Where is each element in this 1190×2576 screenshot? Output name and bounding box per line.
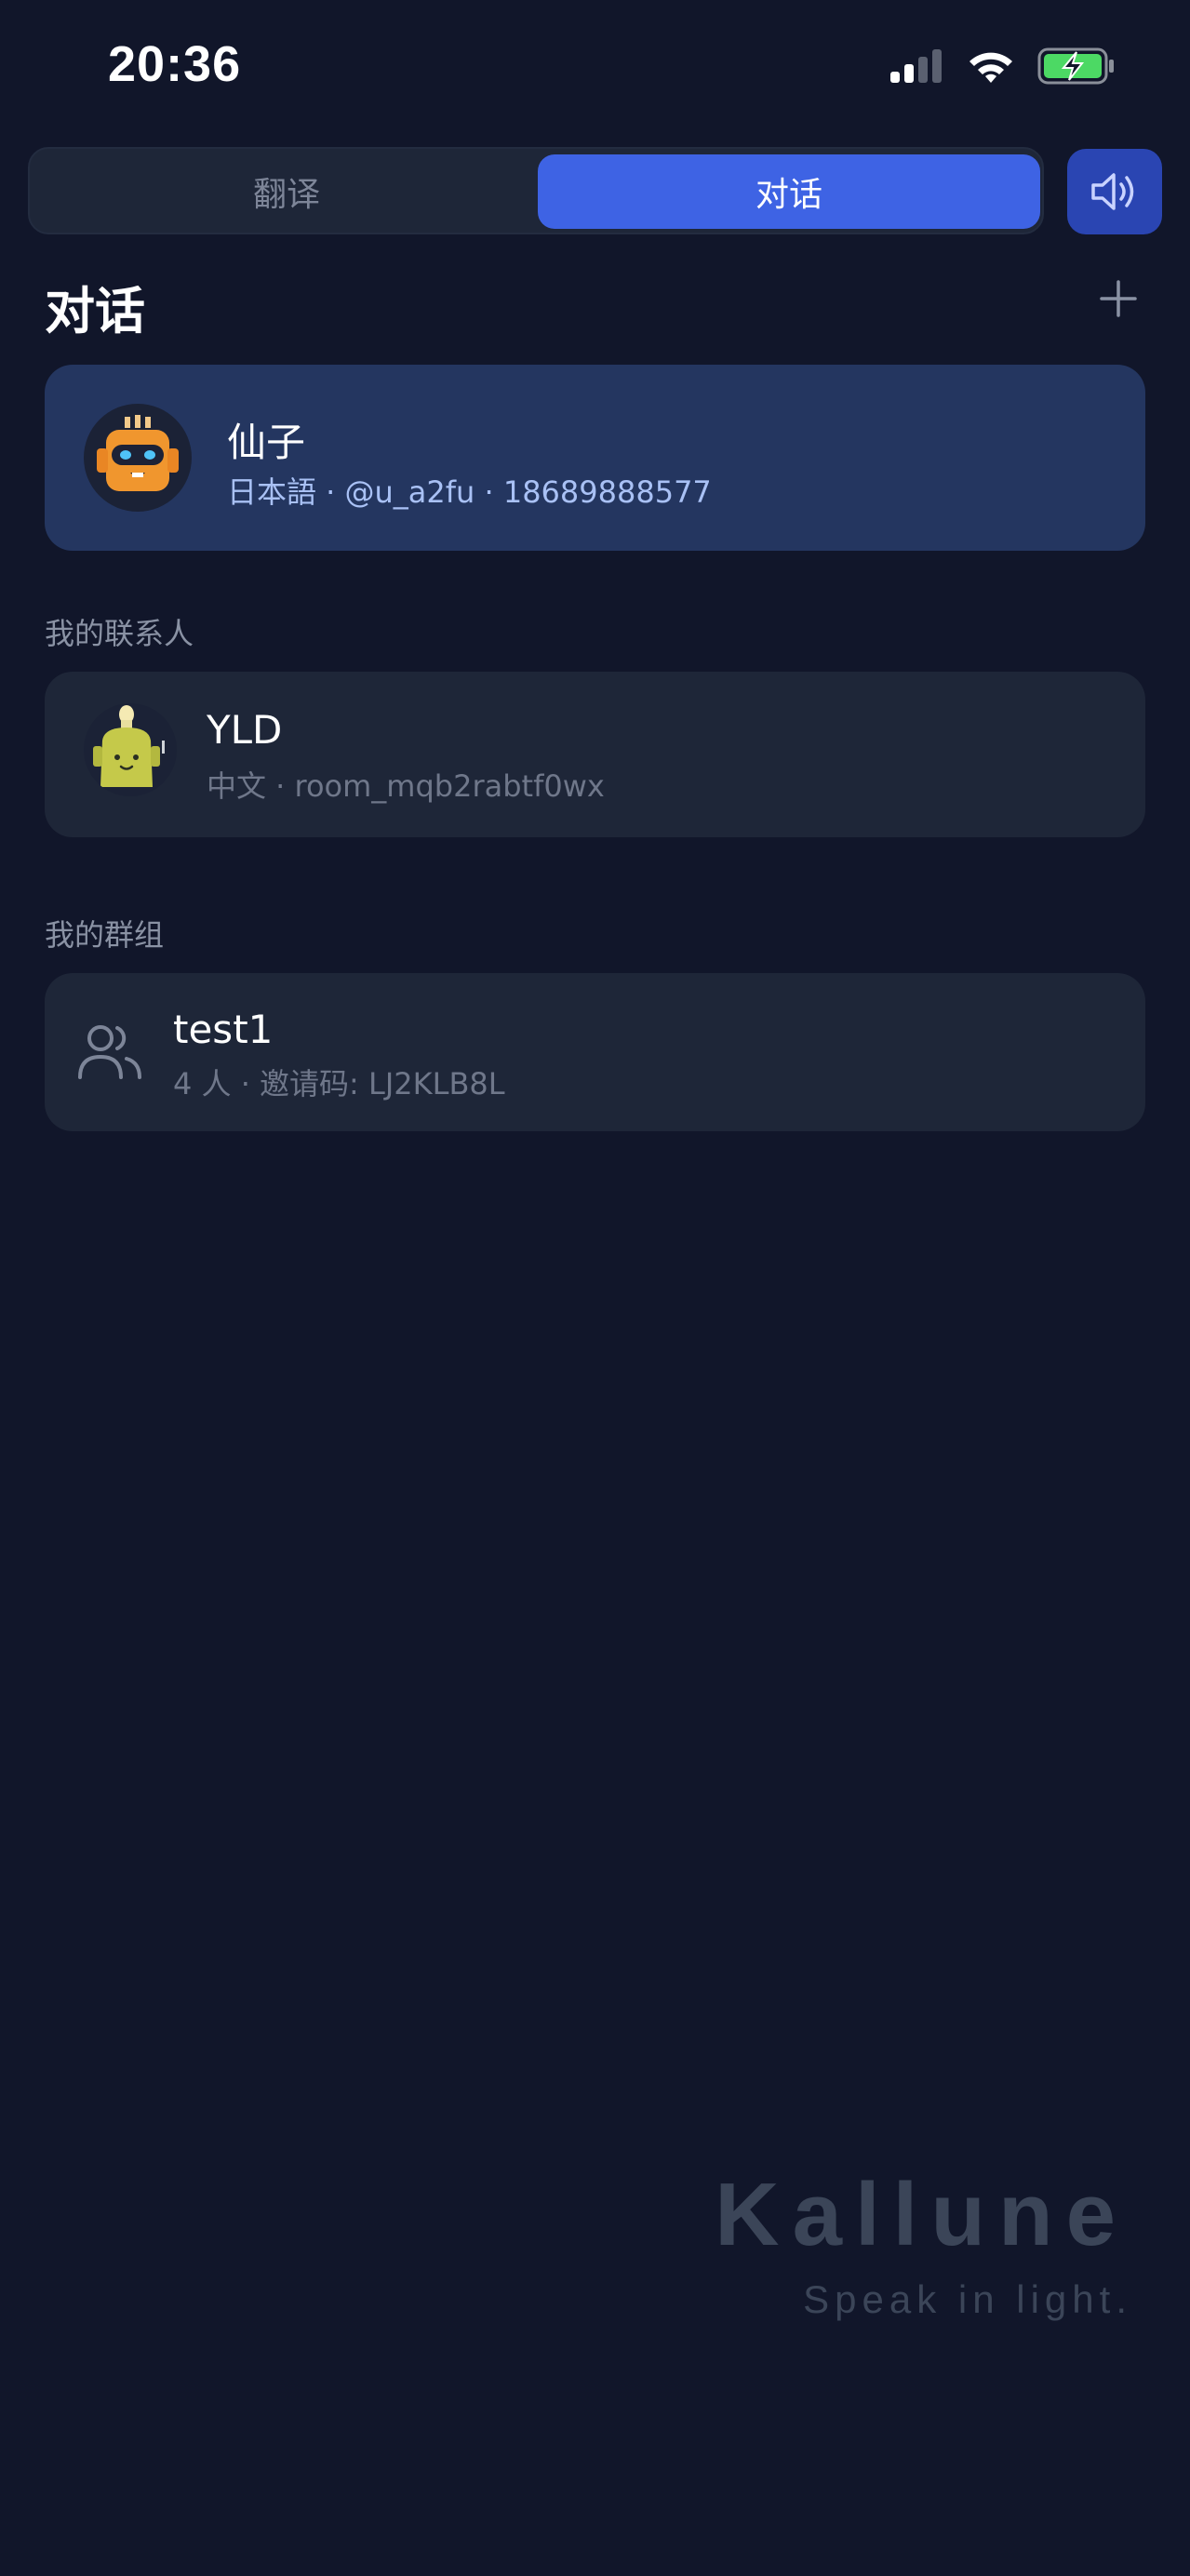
orange-robot-avatar	[84, 404, 192, 512]
contacts-section-label: 我的联系人	[45, 616, 194, 651]
contact-item[interactable]: YLD 中文 · room_mqb2rabtf0wx	[45, 672, 1145, 837]
tab-conversation[interactable]: 对话	[538, 154, 1040, 229]
add-button[interactable]	[1094, 274, 1143, 323]
brand-name: Kallune	[715, 2165, 1129, 2264]
group-item[interactable]: test1 4 人 · 邀请码: LJ2KLB8L	[45, 973, 1145, 1131]
status-icons	[890, 47, 1116, 86]
green-robot-avatar	[84, 703, 177, 796]
screen: 20:36 翻译 对话 对话 仙子 日本語 · @u_a2fu · 186898…	[0, 0, 1190, 2576]
current-conversation-card[interactable]: 仙子 日本語 · @u_a2fu · 18689888577	[45, 365, 1145, 551]
conversation-name: 仙子	[227, 420, 306, 465]
contact-meta: 中文 · room_mqb2rabtf0wx	[207, 768, 605, 804]
status-time: 20:36	[108, 36, 242, 92]
page-title: 对话	[45, 282, 145, 340]
plus-icon	[1100, 280, 1137, 317]
battery-charging-icon	[1037, 47, 1114, 85]
group-name: test1	[173, 1007, 274, 1052]
brand-tagline: Speak in light.	[803, 2277, 1132, 2321]
speaker-button[interactable]	[1067, 149, 1162, 234]
mode-tabs: 翻译 对话	[28, 147, 1044, 234]
speaker-icon	[1091, 173, 1134, 210]
contact-name: YLD	[207, 707, 283, 753]
conversation-meta: 日本語 · @u_a2fu · 18689888577	[227, 474, 712, 510]
cellular-signal-icon	[890, 49, 942, 83]
users-icon	[78, 1025, 141, 1079]
tab-translate[interactable]: 翻译	[35, 154, 538, 229]
wifi-icon	[969, 52, 1012, 83]
group-meta: 4 人 · 邀请码: LJ2KLB8L	[173, 1066, 505, 1101]
groups-section-label: 我的群组	[45, 917, 165, 953]
